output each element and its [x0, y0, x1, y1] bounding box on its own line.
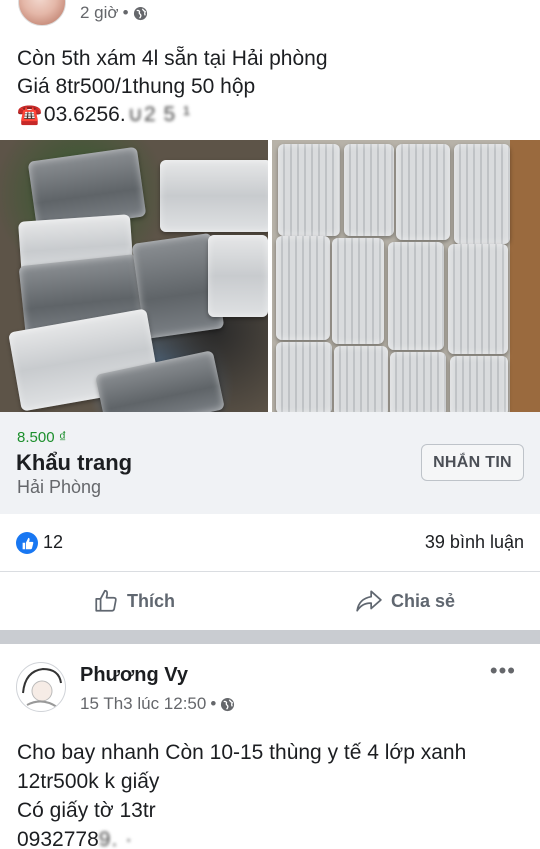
post-line: Cho bay nhanh Còn 10-15 thùng y tế 4 lớp… [17, 741, 467, 764]
like-reaction-icon[interactable] [16, 532, 38, 554]
comment-count[interactable]: 39 bình luận [425, 532, 524, 553]
listing-title: Khẩu trang [16, 450, 133, 475]
phone-number[interactable]: 0932778 [17, 828, 99, 849]
listing-price: 8.500 ₫ [17, 429, 67, 446]
listing-location: Hải Phòng [17, 477, 102, 497]
post-actions: Thích Chia sẻ [0, 572, 540, 630]
post-meta: 15 Th3 lúc 12:50 • [80, 694, 235, 714]
meta-separator: • [210, 694, 217, 713]
photo-mask-packs-left[interactable] [0, 140, 268, 412]
share-arrow-icon [356, 590, 382, 612]
photo-mask-packs-right[interactable] [272, 140, 540, 412]
post-photos [0, 140, 540, 412]
post-body: Cho bay nhanh Còn 10-15 thùng y tế 4 lớp… [17, 738, 532, 849]
meta-separator: • [122, 3, 129, 22]
avatar-image [22, 667, 62, 708]
post-line: Có giấy tờ 13tr [17, 799, 156, 822]
globe-icon [133, 6, 147, 20]
phone-line: 09327789. · [17, 825, 532, 849]
like-button[interactable]: Thích [93, 572, 175, 630]
post-line: Giá 8tr500/1thung 50 hộp [17, 75, 256, 98]
like-count[interactable]: 12 [43, 532, 63, 553]
feed-divider [0, 630, 540, 644]
phone-line: ☎️ 03.6256. ∪2 5 ¹ [17, 101, 527, 129]
author-name[interactable]: Phương Vy [80, 664, 188, 687]
post-line: Còn 5th xám 4l sẵn tại Hải phòng [17, 47, 328, 70]
message-button[interactable]: NHẮN TIN [421, 444, 524, 481]
post-time[interactable]: 15 Th3 lúc 12:50 [80, 694, 206, 714]
telephone-icon: ☎️ [17, 104, 42, 126]
like-label: Thích [127, 590, 175, 611]
marketplace-listing[interactable]: 8.500 ₫ Khẩu trang Hải Phòng NHẮN TIN [0, 412, 540, 514]
thumbs-up-icon [95, 589, 117, 612]
share-label: Chia sẻ [391, 590, 456, 611]
feed-post: Phương Vy 15 Th3 lúc 12:50 • ••• Cho bay… [0, 644, 540, 849]
phone-number[interactable]: 03.6256. [44, 101, 126, 129]
post-time[interactable]: 2 giờ [80, 3, 119, 23]
share-button[interactable]: Chia sẻ [355, 572, 455, 630]
globe-icon [221, 697, 235, 711]
phone-number-blurred: ∪2 5 ¹ [127, 103, 192, 126]
phone-number-blurred: 9. · [98, 828, 134, 849]
post-meta: 2 giờ • [80, 3, 148, 23]
post-body: Còn 5th xám 4l sẵn tại Hải phòng Giá 8tr… [17, 45, 527, 129]
post-line: 12tr500k k giấy [17, 770, 160, 793]
author-avatar[interactable] [16, 662, 66, 712]
author-avatar[interactable] [18, 0, 66, 26]
post-header: 2 giờ • [0, 0, 540, 28]
reactions-bar: 12 39 bình luận [0, 514, 540, 572]
more-options-icon[interactable]: ••• [490, 660, 516, 682]
